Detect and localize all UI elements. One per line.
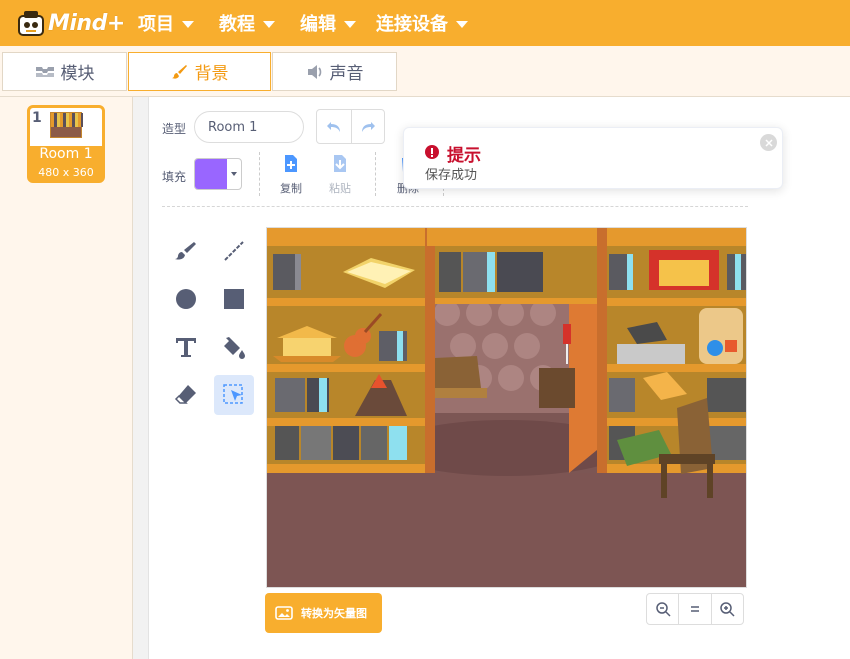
robot-logo-icon xyxy=(16,8,46,38)
chevron-down-icon xyxy=(182,21,194,28)
toast-message: 保存成功 xyxy=(425,168,478,183)
mindplus-logo[interactable]: Mind+ xyxy=(16,6,125,40)
undo-button[interactable] xyxy=(317,110,351,143)
text-icon xyxy=(176,338,196,357)
redo-button[interactable] xyxy=(350,110,385,143)
zoom-reset-button[interactable] xyxy=(678,594,710,624)
brush-icon xyxy=(175,242,196,260)
toolbar-divider xyxy=(375,152,376,196)
backdrop-list: 1 Room 1 480 x 360 xyxy=(0,97,133,659)
menu-project-label: 项目 xyxy=(138,14,174,35)
zoom-out-icon xyxy=(655,602,671,617)
chevron-down-icon xyxy=(263,21,275,28)
menu-connect-device-label: 连接设备 xyxy=(376,14,448,35)
room-backdrop-image xyxy=(267,228,746,587)
zoom-out-button[interactable] xyxy=(647,594,678,624)
circle-icon xyxy=(176,289,196,309)
zoom-in-icon xyxy=(720,602,735,617)
close-icon xyxy=(764,138,773,147)
backdrop-thumbnail xyxy=(50,112,83,138)
tab-sounds-label: 声音 xyxy=(329,64,364,84)
undo-redo-group xyxy=(316,109,385,144)
toast-title: 提示 xyxy=(447,146,481,166)
backdrop-name: Room 1 xyxy=(39,146,93,162)
redo-icon xyxy=(361,121,375,132)
line-tool[interactable] xyxy=(214,231,254,271)
logo-text: Mind+ xyxy=(48,10,125,36)
select-cursor-icon xyxy=(223,384,243,404)
chevron-down-icon xyxy=(456,21,468,28)
tab-backdrops[interactable]: 背景 xyxy=(128,52,271,91)
menu-tutorial[interactable]: 教程 xyxy=(219,0,275,46)
convert-to-vector-button[interactable]: 转换为矢量图 xyxy=(265,593,382,633)
rectangle-icon xyxy=(224,289,244,309)
menu-bar: Mind+ 项目 教程 编辑 连接设备 xyxy=(0,0,850,46)
select-tool[interactable] xyxy=(214,375,254,415)
toolbar-divider xyxy=(259,152,260,196)
toast-close-button[interactable] xyxy=(760,134,777,151)
menu-project[interactable]: 项目 xyxy=(138,0,194,46)
backdrop-item[interactable]: 1 Room 1 480 x 360 xyxy=(27,105,105,183)
alert-icon xyxy=(425,145,439,159)
paint-bucket-icon xyxy=(224,337,245,359)
tab-backdrops-label: 背景 xyxy=(194,64,229,84)
notification-toast: 提示 保存成功 xyxy=(403,127,783,189)
zoom-reset-icon xyxy=(690,606,699,612)
zoom-in-button[interactable] xyxy=(710,594,743,624)
zoom-controls xyxy=(646,593,744,625)
fill-color-picker[interactable] xyxy=(194,158,242,190)
image-icon xyxy=(275,606,293,620)
brush-icon xyxy=(171,64,187,79)
eraser-tool[interactable] xyxy=(166,375,206,415)
costume-name-label: 造型 xyxy=(162,122,187,136)
menu-tutorial-label: 教程 xyxy=(219,14,255,35)
list-scrollbar[interactable] xyxy=(133,97,149,659)
paint-canvas[interactable] xyxy=(266,227,747,588)
undo-icon xyxy=(326,121,340,132)
menu-connect-device[interactable]: 连接设备 xyxy=(376,0,468,46)
line-icon xyxy=(224,241,244,261)
copy-label: 复制 xyxy=(280,182,302,195)
paste-button[interactable]: 粘贴 xyxy=(320,154,360,196)
circle-tool[interactable] xyxy=(166,279,206,319)
eraser-icon xyxy=(174,385,196,404)
copy-button[interactable]: 复制 xyxy=(271,154,311,196)
copy-icon xyxy=(285,155,297,172)
editor-tabs: 模块 背景 声音 xyxy=(0,46,850,97)
fill-tool[interactable] xyxy=(214,327,254,367)
fill-label: 填充 xyxy=(162,170,187,184)
tab-blocks-label: 模块 xyxy=(60,64,95,84)
text-tool[interactable] xyxy=(166,327,206,367)
blocks-icon xyxy=(35,66,54,77)
menu-edit-label: 编辑 xyxy=(300,14,336,35)
paste-label: 粘贴 xyxy=(329,182,351,195)
fill-color-swatch xyxy=(195,159,227,189)
toolbar-separator xyxy=(162,206,748,207)
rectangle-tool[interactable] xyxy=(214,279,254,319)
menu-edit[interactable]: 编辑 xyxy=(300,0,356,46)
tab-blocks[interactable]: 模块 xyxy=(2,52,127,91)
brush-tool[interactable] xyxy=(166,231,206,271)
paste-icon xyxy=(334,155,346,172)
convert-to-vector-label: 转换为矢量图 xyxy=(301,607,367,620)
speaker-icon xyxy=(307,64,321,79)
tab-sounds[interactable]: 声音 xyxy=(272,52,397,91)
chevron-down-icon xyxy=(227,159,241,189)
backdrop-index: 1 xyxy=(32,110,42,126)
backdrop-size: 480 x 360 xyxy=(38,166,94,179)
costume-name-input[interactable] xyxy=(194,111,304,143)
chevron-down-icon xyxy=(344,21,356,28)
